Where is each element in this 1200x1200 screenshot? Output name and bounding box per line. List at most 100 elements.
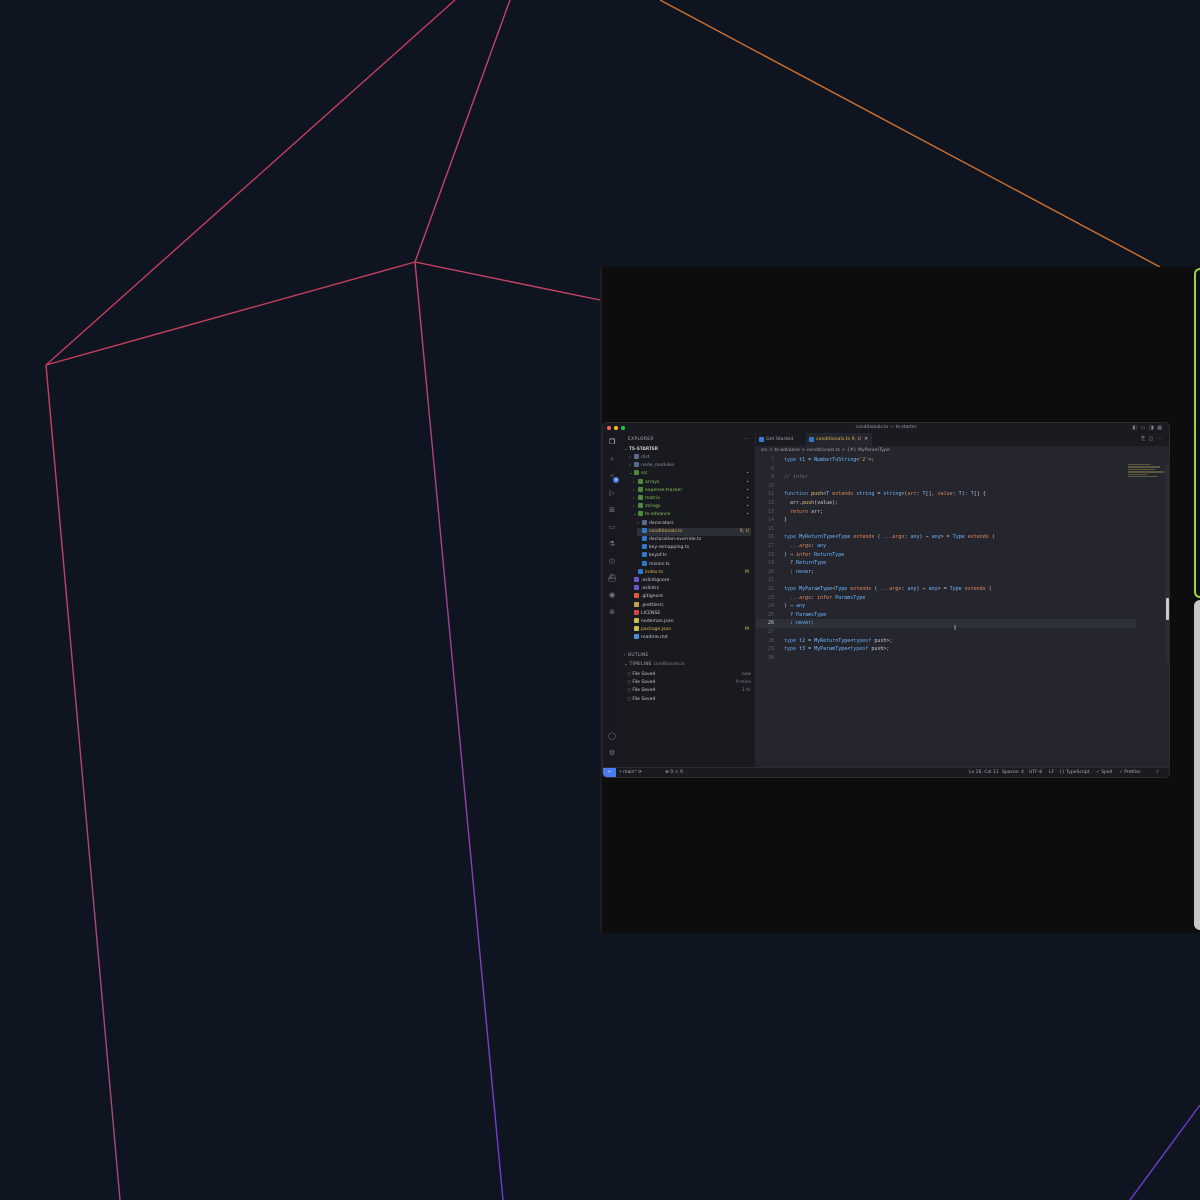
code-line[interactable]: 21 — [756, 576, 1136, 585]
problems-count[interactable]: ⊗ 0 ⚠ 9 — [665, 769, 683, 777]
tree-item[interactable]: › decorators — [637, 519, 751, 528]
code-line[interactable]: 12 arr.push(value); — [756, 499, 1136, 508]
code-line[interactable]: 10 — [756, 482, 1136, 491]
remote-explorer-icon[interactable]: ▭ — [607, 522, 617, 532]
code-line[interactable]: 20 : never; — [756, 568, 1136, 577]
tree-item[interactable]: .prettierrc — [629, 601, 751, 610]
layout-controls[interactable]: ◧ ▭ ◨ ▦ — [1132, 425, 1163, 431]
tree-item[interactable]: LICENSE — [629, 609, 751, 618]
timeline-item[interactable]: ○ File Saved now — [627, 671, 751, 679]
scrollbar-thumb[interactable] — [1166, 598, 1169, 620]
code-line[interactable]: 18) ⇒ infer ReturnType — [756, 551, 1136, 560]
code-line[interactable]: 7 type t1 = NumberToString<'2'>; — [756, 456, 1136, 465]
code-token: any — [796, 603, 806, 610]
project-root[interactable]: ⌄TS-STARTER — [624, 446, 658, 454]
cursor-position[interactable]: Ln 26, Col 11 — [969, 769, 999, 777]
tree-item[interactable]: mixins.ts — [637, 560, 751, 569]
tab-conditionals[interactable]: conditionals.ts 9, U ✕ — [806, 433, 872, 446]
code-token: args — [799, 543, 812, 549]
tree-item[interactable]: declaration-override.ts — [637, 536, 751, 544]
ts-file-icon — [642, 544, 647, 550]
spell-checker[interactable]: ✓ Spell — [1096, 769, 1112, 777]
prettier-status[interactable]: ✓ Prettier — [1119, 769, 1141, 777]
git-branch[interactable]: ⑂ main* ⟳ — [619, 769, 642, 777]
code-token: type — [784, 534, 800, 541]
code-token: string — [856, 491, 875, 498]
code-token: > = — [940, 534, 953, 541]
code-line[interactable]: 15 — [756, 525, 1136, 534]
tree-item[interactable]: › strings • — [633, 503, 751, 511]
close-tab-icon[interactable]: ✕ — [864, 433, 868, 446]
code-line[interactable]: 28 type t2 = MyReturnType<typeof push>; — [756, 637, 1136, 646]
line-number: 13 — [767, 508, 774, 515]
code-line[interactable]: 13 return arr; — [756, 508, 1136, 517]
code-line[interactable]: 27 — [756, 628, 1136, 637]
code-line[interactable]: 26 : never; — [756, 619, 1136, 628]
tree-item[interactable]: keyof.ts — [637, 552, 751, 560]
git-file-icon — [634, 593, 639, 599]
more-actions-icon[interactable]: ⋯ — [744, 436, 749, 442]
timeline-item[interactable]: ○ File Saved 9 mins — [627, 679, 751, 687]
tree-item[interactable]: › arrays • — [633, 478, 751, 487]
language-mode[interactable]: {} TypeScript — [1059, 769, 1090, 777]
folder-icon — [638, 486, 643, 492]
code-token: ) ⇒ — [784, 603, 797, 610]
remote-indicator-icon[interactable]: ⌁ — [603, 768, 616, 777]
tree-item[interactable]: › dist — [629, 454, 751, 462]
tree-item[interactable]: › matrix • — [633, 495, 751, 503]
tree-item[interactable]: ⌄ ts-advance • — [633, 511, 751, 519]
end-of-line[interactable]: LF — [1049, 769, 1054, 777]
code-line[interactable]: 16 type MyReturnType<Type extends ( ...ar… — [756, 533, 1136, 542]
title-bar: conditionals.ts — ts-starter ◧ ▭ ◨ ▦ — [603, 423, 1169, 433]
code-line[interactable]: 14} — [756, 516, 1136, 525]
editor-actions[interactable]: ⎘ ◫ ⋯ — [1141, 436, 1163, 442]
tree-item[interactable]: .gitignore — [629, 593, 751, 601]
tree-item[interactable]: index.ts M — [633, 568, 751, 577]
tree-item[interactable]: › node_modules — [629, 462, 751, 470]
tree-item[interactable]: package.json M — [629, 626, 751, 634]
account-icon[interactable]: ◯ — [607, 731, 617, 741]
explorer-icon[interactable]: ❐ — [607, 437, 617, 447]
gitlens-icon[interactable]: ⊛ — [607, 607, 617, 617]
extensions-icon[interactable]: ⊞ — [607, 505, 617, 515]
notifications-bell-icon[interactable]: ♪ — [1156, 769, 1159, 777]
code-line[interactable]: 29 type t3 = MyParamType<typeof push>; — [756, 645, 1136, 654]
settings-gear-icon[interactable]: ⚙ — [607, 748, 617, 758]
minimap[interactable] — [1128, 463, 1166, 489]
code-token: extends — [850, 534, 878, 541]
tree-item[interactable]: nodemon.json — [629, 618, 751, 626]
docker-icon[interactable]: ⛴ — [607, 573, 617, 583]
tree-item[interactable]: .eslintignore — [629, 577, 751, 585]
tree-item[interactable]: readme.md — [629, 634, 751, 642]
tab-get-started[interactable]: Get Started — [756, 433, 804, 446]
encoding[interactable]: UTF-8 — [1029, 769, 1042, 777]
code-line[interactable]: 25 ? ParamsType — [756, 611, 1136, 620]
code-token: ... — [784, 543, 800, 549]
vertical-scrollbar[interactable] — [1165, 463, 1169, 663]
tree-item[interactable]: key-remapping.ts — [637, 544, 751, 552]
code-line[interactable]: 9 // infer — [756, 473, 1136, 482]
code-line[interactable]: 11 function push<T extends string = strin… — [756, 490, 1136, 499]
code-line[interactable]: 19 ? ReturnType — [756, 559, 1136, 568]
tree-item[interactable]: ⌄ src • — [629, 470, 751, 478]
tree-item[interactable]: conditionals.ts 9, U — [637, 527, 751, 536]
github-icon[interactable]: ◉ — [607, 590, 617, 600]
code-line[interactable]: 8 — [756, 465, 1136, 474]
indentation[interactable]: Spaces: 4 — [1002, 769, 1024, 777]
code-line[interactable]: 24) ⇒ any — [756, 602, 1136, 611]
code-line[interactable]: 23 ...args: infer ParamsType — [756, 594, 1136, 603]
testing-icon[interactable]: ⚗ — [607, 539, 617, 549]
code-line[interactable]: 22 type MyParamType<Type extends ( ...arg… — [756, 585, 1136, 594]
breadcrumb[interactable]: src > ts-advance > conditionals.ts > {#}… — [761, 448, 890, 453]
code-line[interactable]: 17 ...args: any — [756, 542, 1136, 551]
code-line[interactable]: 30 — [756, 654, 1136, 663]
timeline-section[interactable]: ⌄ TIMELINE conditionals.ts — [624, 662, 685, 667]
timeline-item[interactable]: ○ File Saved — [627, 696, 751, 704]
timeline-item[interactable]: ○ File Saved 1 hr — [627, 687, 751, 695]
run-debug-icon[interactable]: ▷ — [607, 488, 617, 498]
tree-item[interactable]: › expense-tracker • — [633, 486, 751, 495]
outline-section[interactable]: › OUTLINE — [624, 653, 649, 658]
search-icon[interactable]: ⌕ — [607, 454, 617, 464]
tree-item[interactable]: .eslintrc — [629, 585, 751, 593]
timeline-icon[interactable]: ◴ — [607, 556, 617, 566]
